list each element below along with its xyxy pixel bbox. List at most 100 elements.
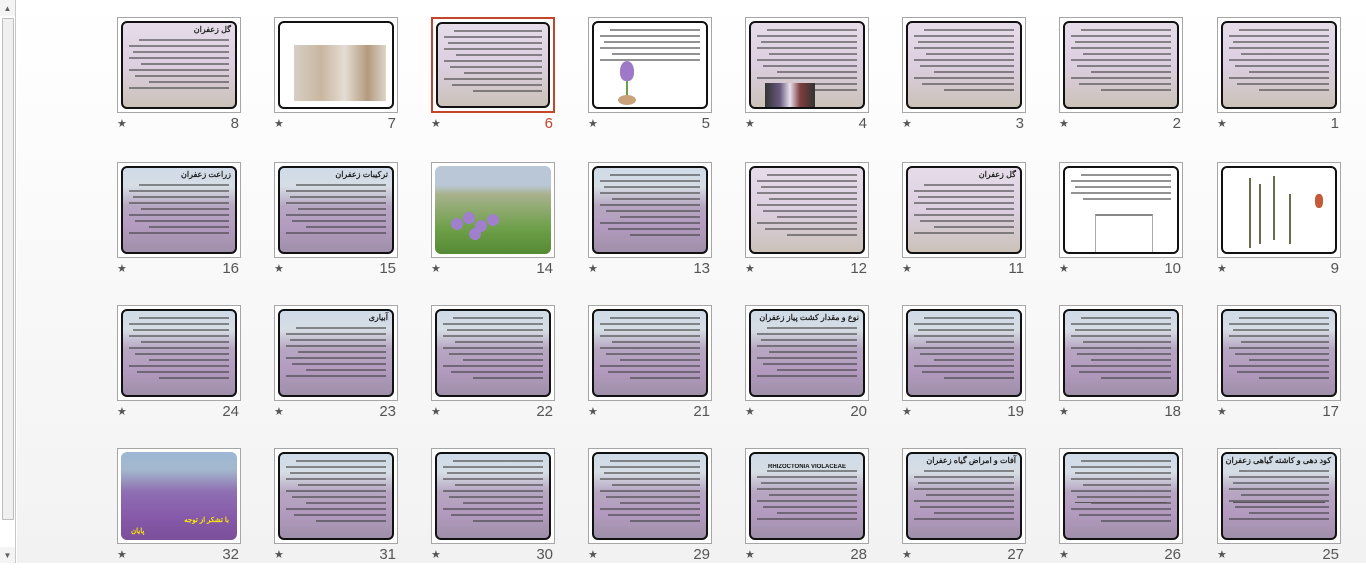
slide-thumbnail-21[interactable]: 21 ★: [588, 305, 712, 425]
slide-preview[interactable]: ترکیبات زعفران: [274, 162, 398, 258]
scroll-up-arrow-icon[interactable]: ▲: [0, 0, 15, 16]
slide-thumbnail-2[interactable]: 2 ★: [1059, 17, 1183, 137]
slide-thumbnail-7[interactable]: 7 ★: [274, 17, 398, 137]
animation-star-icon[interactable]: ★: [588, 117, 598, 131]
slide-preview[interactable]: [1059, 448, 1183, 544]
slide-preview[interactable]: گل زعفران: [117, 17, 241, 113]
slide-preview[interactable]: [1217, 17, 1341, 113]
animation-star-icon[interactable]: ★: [588, 548, 598, 562]
animation-star-icon[interactable]: ★: [588, 262, 598, 276]
slide-thumbnail-32[interactable]: با تشکر از توجه پایان 32 ★: [117, 448, 241, 568]
slide-thumbnail-1[interactable]: 1 ★: [1217, 17, 1341, 137]
animation-star-icon[interactable]: ★: [588, 405, 598, 419]
slide-preview[interactable]: کود دهی و کاشته گیاهی زعفران: [1217, 448, 1341, 544]
animation-star-icon[interactable]: ★: [902, 117, 912, 131]
animation-star-icon[interactable]: ★: [274, 548, 284, 562]
slide-preview[interactable]: [588, 162, 712, 258]
animation-star-icon[interactable]: ★: [117, 262, 127, 276]
animation-star-icon[interactable]: ★: [431, 117, 441, 131]
slide-thumbnail-31[interactable]: 31 ★: [274, 448, 398, 568]
animation-star-icon[interactable]: ★: [1059, 548, 1069, 562]
scrollbar-thumb[interactable]: [2, 18, 14, 520]
slide-thumbnail-24[interactable]: 24 ★: [117, 305, 241, 425]
slide-thumbnail-29[interactable]: 29 ★: [588, 448, 712, 568]
scroll-down-arrow-icon[interactable]: ▼: [0, 547, 15, 563]
slide-thumbnail-30[interactable]: 30 ★: [431, 448, 555, 568]
animation-star-icon[interactable]: ★: [902, 262, 912, 276]
slide-preview[interactable]: [431, 17, 555, 113]
slide-preview[interactable]: [745, 17, 869, 113]
slide-preview[interactable]: [117, 305, 241, 401]
slide-preview[interactable]: [1059, 162, 1183, 258]
slide-thumbnail-10[interactable]: 10 ★: [1059, 162, 1183, 282]
animation-star-icon[interactable]: ★: [1217, 117, 1227, 131]
animation-star-icon[interactable]: ★: [274, 405, 284, 419]
animation-star-icon[interactable]: ★: [1059, 405, 1069, 419]
animation-star-icon[interactable]: ★: [902, 548, 912, 562]
animation-star-icon[interactable]: ★: [1059, 262, 1069, 276]
animation-star-icon[interactable]: ★: [117, 405, 127, 419]
slide-thumbnail-13[interactable]: 13 ★: [588, 162, 712, 282]
slide-preview[interactable]: RHIZOCTONIA VIOLACEAE: [745, 448, 869, 544]
slide-thumbnail-9[interactable]: 9 ★: [1217, 162, 1341, 282]
slide-thumbnail-5[interactable]: 5 ★: [588, 17, 712, 137]
animation-star-icon[interactable]: ★: [745, 262, 755, 276]
slide-preview[interactable]: [274, 17, 398, 113]
animation-star-icon[interactable]: ★: [431, 405, 441, 419]
animation-star-icon[interactable]: ★: [902, 405, 912, 419]
animation-star-icon[interactable]: ★: [1217, 548, 1227, 562]
animation-star-icon[interactable]: ★: [274, 117, 284, 131]
slide-preview[interactable]: [1059, 17, 1183, 113]
slide-thumbnail-22[interactable]: 22 ★: [431, 305, 555, 425]
slide-preview[interactable]: [1217, 305, 1341, 401]
slide-preview[interactable]: [902, 17, 1026, 113]
animation-star-icon[interactable]: ★: [1059, 117, 1069, 131]
slide-preview[interactable]: [1059, 305, 1183, 401]
slide-preview[interactable]: [431, 305, 555, 401]
slide-preview[interactable]: [274, 448, 398, 544]
slide-thumbnail-4[interactable]: 4 ★: [745, 17, 869, 137]
animation-star-icon[interactable]: ★: [431, 548, 441, 562]
slide-thumbnail-8[interactable]: گل زعفران 8 ★: [117, 17, 241, 137]
slide-preview[interactable]: آفات و امراض گیاه زعفران: [902, 448, 1026, 544]
slide-thumbnail-27[interactable]: آفات و امراض گیاه زعفران 27 ★: [902, 448, 1026, 568]
animation-star-icon[interactable]: ★: [745, 405, 755, 419]
slide-preview[interactable]: با تشکر از توجه پایان: [117, 448, 241, 544]
slide-preview[interactable]: [902, 305, 1026, 401]
slide-thumbnail-26[interactable]: 26 ★: [1059, 448, 1183, 568]
slide-preview[interactable]: [1217, 162, 1341, 258]
slide-preview[interactable]: [431, 448, 555, 544]
animation-star-icon[interactable]: ★: [745, 548, 755, 562]
slide-thumbnail-19[interactable]: 19 ★: [902, 305, 1026, 425]
slide-preview[interactable]: [588, 305, 712, 401]
slide-thumbnail-12[interactable]: 12 ★: [745, 162, 869, 282]
slide-thumbnail-16[interactable]: زراعت زعفران 16 ★: [117, 162, 241, 282]
vertical-scrollbar[interactable]: ▲ ▼: [0, 0, 16, 563]
animation-star-icon[interactable]: ★: [274, 262, 284, 276]
slide-thumbnail-3[interactable]: 3 ★: [902, 17, 1026, 137]
slide-preview[interactable]: نوع و مقدار کشت پیاز زعفران: [745, 305, 869, 401]
slide-thumbnail-6[interactable]: 6 ★: [431, 17, 555, 137]
slide-preview[interactable]: زراعت زعفران: [117, 162, 241, 258]
slide-thumbnail-20[interactable]: نوع و مقدار کشت پیاز زعفران 20 ★: [745, 305, 869, 425]
slide-preview[interactable]: گل زعفران: [902, 162, 1026, 258]
slide-preview[interactable]: [745, 162, 869, 258]
animation-star-icon[interactable]: ★: [117, 548, 127, 562]
animation-star-icon[interactable]: ★: [1217, 405, 1227, 419]
slide-thumbnail-25[interactable]: کود دهی و کاشته گیاهی زعفران 25 ★: [1217, 448, 1341, 568]
animation-star-icon[interactable]: ★: [1217, 262, 1227, 276]
slide-thumbnail-11[interactable]: گل زعفران 11 ★: [902, 162, 1026, 282]
slide-preview[interactable]: [588, 448, 712, 544]
slide-preview[interactable]: آبیاری: [274, 305, 398, 401]
slide-thumbnail-23[interactable]: آبیاری 23 ★: [274, 305, 398, 425]
animation-star-icon[interactable]: ★: [745, 117, 755, 131]
slide-thumbnail-14[interactable]: 14 ★: [431, 162, 555, 282]
slide-thumbnail-18[interactable]: 18 ★: [1059, 305, 1183, 425]
slide-thumbnail-15[interactable]: ترکیبات زعفران 15 ★: [274, 162, 398, 282]
slide-preview[interactable]: [431, 162, 555, 258]
slide-thumbnail-17[interactable]: 17 ★: [1217, 305, 1341, 425]
animation-star-icon[interactable]: ★: [117, 117, 127, 131]
animation-star-icon[interactable]: ★: [431, 262, 441, 276]
slide-preview[interactable]: [588, 17, 712, 113]
slide-thumbnail-28[interactable]: RHIZOCTONIA VIOLACEAE 28 ★: [745, 448, 869, 568]
